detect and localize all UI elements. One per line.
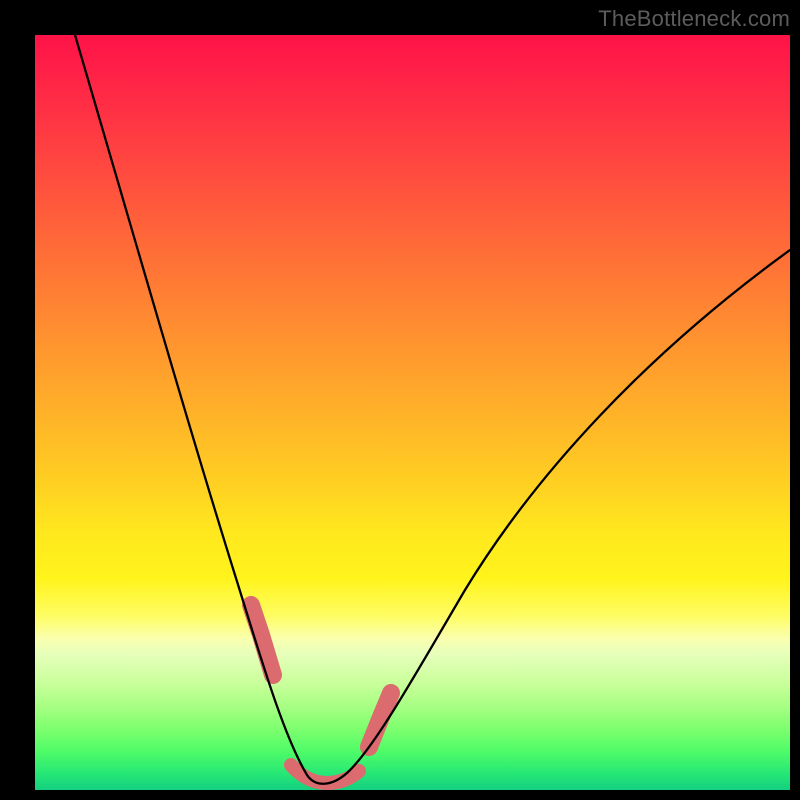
plot-area <box>35 35 790 790</box>
watermark-text: TheBottleneck.com <box>598 6 790 32</box>
chart-frame: TheBottleneck.com <box>0 0 800 800</box>
valley-marker <box>291 765 359 783</box>
curve-path <box>75 35 790 784</box>
bottleneck-curve <box>35 35 790 790</box>
